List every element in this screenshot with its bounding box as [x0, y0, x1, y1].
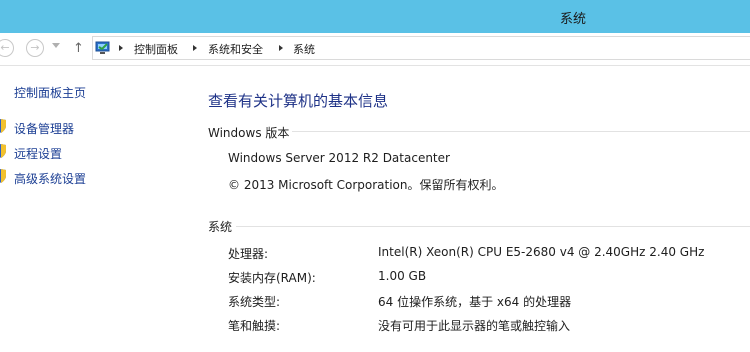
- breadcrumb-separator-icon[interactable]: [279, 45, 283, 51]
- sidebar-item-label[interactable]: 设备管理器: [14, 120, 74, 137]
- info-value: Intel(R) Xeon(R) CPU E5-2680 v4 @ 2.40GH…: [378, 245, 705, 259]
- page-title: 查看有关计算机的基本信息: [208, 92, 389, 110]
- section-divider: [292, 131, 750, 132]
- sidebar-item-label[interactable]: 远程设置: [14, 145, 62, 162]
- shield-icon: [0, 169, 6, 183]
- navigation-bar: ← → ↑ 控制面板 系统和安全 系统: [0, 33, 750, 66]
- breadcrumb-separator-icon[interactable]: [119, 45, 123, 51]
- recent-locations-dropdown[interactable]: [52, 43, 60, 48]
- up-arrow-icon[interactable]: ↑: [73, 41, 84, 56]
- breadcrumb-separator-icon[interactable]: [193, 45, 197, 51]
- address-bar[interactable]: 控制面板 系统和安全 系统: [92, 36, 750, 60]
- info-label: 安装内存(RAM):: [228, 271, 316, 285]
- breadcrumb-control-panel[interactable]: 控制面板: [134, 41, 178, 57]
- section-divider: [236, 226, 750, 227]
- windows-edition-name: Windows Server 2012 R2 Datacenter: [228, 151, 450, 165]
- title-bar[interactable]: 系统: [0, 0, 750, 33]
- info-value: 1.00 GB: [378, 269, 427, 283]
- window-title: 系统: [560, 12, 587, 27]
- windows-edition-section-title: Windows 版本: [208, 126, 290, 140]
- info-value: 64 位操作系统，基于 x64 的处理器: [378, 295, 572, 309]
- windows-copyright: © 2013 Microsoft Corporation。保留所有权利。: [228, 178, 504, 192]
- sidebar-item-label[interactable]: 高级系统设置: [14, 170, 86, 187]
- info-value: 没有可用于此显示器的笔或触控输入: [378, 319, 571, 333]
- breadcrumb-system[interactable]: 系统: [293, 41, 315, 57]
- info-label: 系统类型:: [228, 295, 281, 309]
- back-button[interactable]: ←: [0, 39, 14, 57]
- info-label: 处理器:: [228, 247, 269, 261]
- shield-icon: [0, 119, 6, 133]
- shield-icon: [0, 144, 6, 158]
- control-panel-icon: [95, 41, 110, 54]
- sidebar-control-panel-home[interactable]: 控制面板主页: [14, 84, 86, 101]
- forward-button[interactable]: →: [26, 39, 44, 57]
- system-section-title: 系统: [208, 220, 233, 234]
- breadcrumb-system-security[interactable]: 系统和安全: [208, 41, 263, 57]
- info-label: 笔和触摸:: [228, 319, 281, 333]
